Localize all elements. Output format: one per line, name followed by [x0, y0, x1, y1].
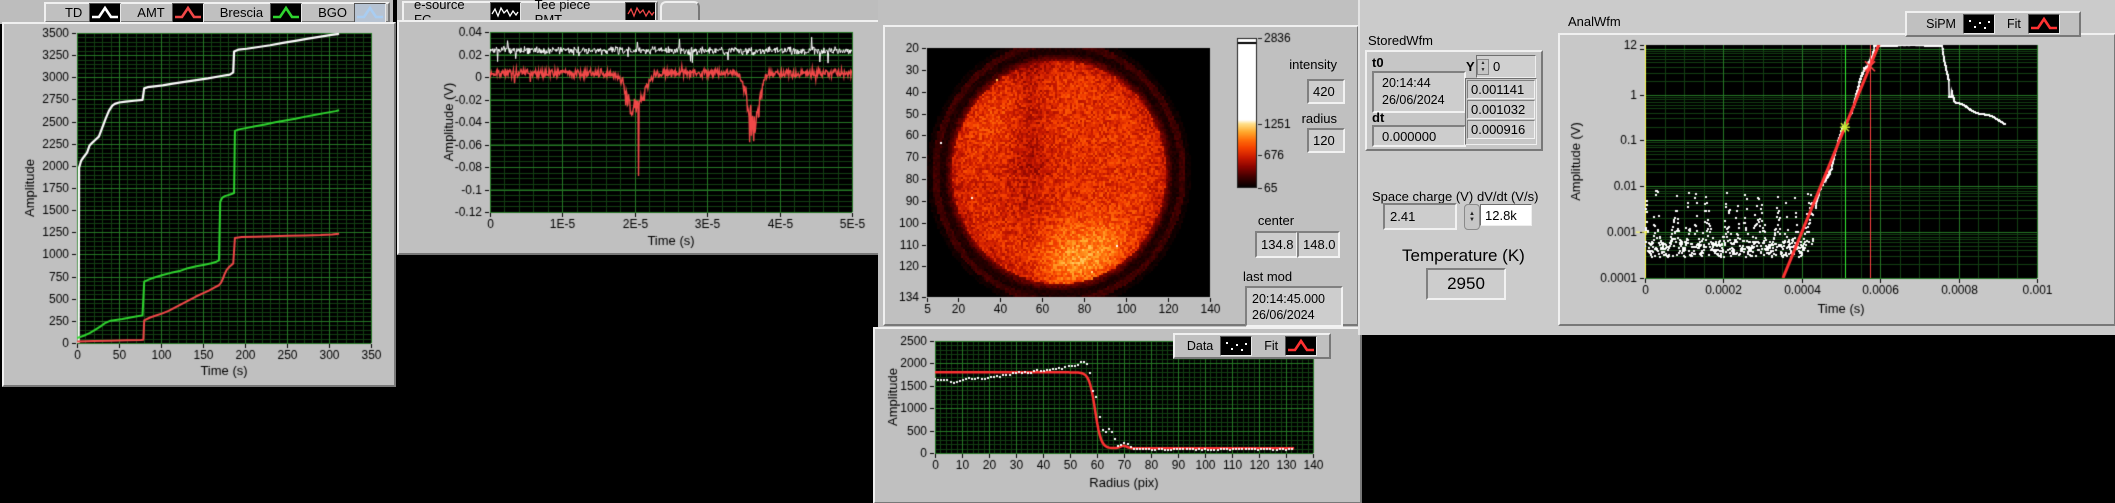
legend-item-bgo: BGO [318, 2, 386, 23]
legend-item-td: TD [64, 2, 122, 23]
y-index-spinner[interactable]: ▲ ▼ [1477, 58, 1489, 75]
lastmod-time: 20:14:45.000 [1252, 291, 1325, 306]
front-panel: TD AMT Brescia BGO e-source FC Tee piece PMT… [0, 0, 2115, 503]
y-index-value[interactable]: 0 [1489, 59, 1500, 74]
legend-swatch-brescia[interactable] [270, 2, 303, 23]
legend-label-amt: AMT [137, 5, 165, 20]
temperature-label: Temperature (K) [1402, 246, 1525, 265]
analwfm-graph-panel [1558, 33, 2115, 326]
legend-item-data: Data [1186, 336, 1253, 356]
lastmod-date: 26/06/2024 [1252, 307, 1315, 322]
legend-label-bgo: BGO [318, 5, 347, 20]
legend-swatch-tee-piece-pmt[interactable] [625, 1, 656, 22]
legend-label-fit: Fit [1264, 339, 1279, 353]
esource-pmt-graph [399, 22, 876, 249]
center-y-value: 148.0 [1297, 231, 1340, 258]
storedwfm-cluster: t0 20:14:44 26/06/2024 dt 0.000000 Y ▲ ▼ … [1365, 50, 1543, 151]
legend-label-sipm: SiPM [1926, 17, 1956, 31]
dt-label: dt [1372, 110, 1385, 125]
legend-item-fit: Fit [1264, 336, 1318, 356]
legend-label-fit: Fit [2006, 17, 2021, 31]
legend-label-brescia: Brescia [219, 5, 264, 20]
radial-profile-legend: Data Fit [1173, 333, 1331, 359]
temperature-value: 2950 [1426, 268, 1506, 300]
intensity-label: intensity [1289, 57, 1337, 72]
legend-swatch-fit[interactable] [1285, 336, 1318, 356]
lastmod-label: last mod [1243, 269, 1293, 284]
legend-label-data: Data [1186, 339, 1214, 353]
legend-swatch-e-source-fc[interactable] [489, 1, 521, 22]
legend-label-td: TD [64, 5, 83, 20]
space-charge-label: Space charge (V) [1372, 189, 1474, 204]
dvdt-input[interactable]: 12.8k [1480, 204, 1532, 226]
y-index-label: Y [1466, 59, 1475, 74]
legend-swatch-data[interactable] [1220, 336, 1253, 356]
chart1-plot-legend: TD AMT Brescia BGO [44, 2, 390, 23]
analwfm-graph[interactable] [1560, 35, 2110, 320]
beam-image-panel: intensity 420 radius 120 center 134.8 14… [883, 25, 1359, 327]
analwfm-plot-legend: SiPM Fit [1905, 11, 2081, 37]
center-label: center [1257, 213, 1295, 228]
t0-time: 20:14:44 [1382, 76, 1431, 90]
legend-swatch-bgo[interactable] [354, 2, 386, 23]
legend-item-sipm: SiPM [1926, 14, 1995, 34]
y-value-0: 0.001141 [1467, 80, 1535, 99]
y-index-control[interactable]: ▲ ▼ 0 [1476, 55, 1536, 78]
radial-profile-panel: Data Fit [873, 327, 1362, 503]
dvdt-label: dV/dt (V/s) [1477, 189, 1539, 204]
dvdt-spinner[interactable]: ▲ ▼ [1464, 204, 1480, 230]
center-x-value: 134.8 [1255, 231, 1298, 258]
space-charge-value: 2.41 [1383, 203, 1457, 230]
chart2-graph-panel [397, 20, 882, 255]
legend-swatch-sipm[interactable] [1962, 14, 1995, 34]
lastmod-value: 20:14:45.000 26/06/2024 [1245, 286, 1343, 327]
legend-swatch-td[interactable] [89, 2, 122, 23]
chart1-graph-panel [2, 22, 396, 387]
y-value-1: 0.001032 [1467, 100, 1535, 119]
radius-label: radius [1301, 111, 1337, 126]
dt-value: 0.000000 [1372, 125, 1466, 147]
analwfm-title: AnalWfm [1568, 14, 1621, 29]
intensity-value: 420 [1307, 79, 1345, 104]
td-amt-brescia-bgo-graph [4, 24, 390, 381]
t0-date: 26/06/2024 [1382, 93, 1445, 107]
right-column: StoredWfm t0 20:14:44 26/06/2024 dt 0.00… [1358, 0, 2115, 335]
legend-item-brescia: Brescia [219, 2, 303, 23]
t0-value: 20:14:44 26/06/2024 [1372, 71, 1466, 113]
legend-item-fit: Fit [2007, 14, 2060, 34]
chart2-plot-legend: e-source FC Tee piece PMT [402, 0, 658, 27]
y-values-frame: 0.001141 0.001032 0.000916 [1465, 78, 1537, 145]
t0-label: t0 [1372, 55, 1384, 70]
y-value-2: 0.000916 [1467, 120, 1535, 139]
radius-value: 120 [1307, 128, 1345, 153]
legend-swatch-amt[interactable] [171, 2, 204, 23]
legend-swatch-fit[interactable] [2027, 14, 2060, 34]
storedwfm-title: StoredWfm [1368, 33, 1434, 48]
legend-item-amt: AMT [137, 2, 204, 23]
